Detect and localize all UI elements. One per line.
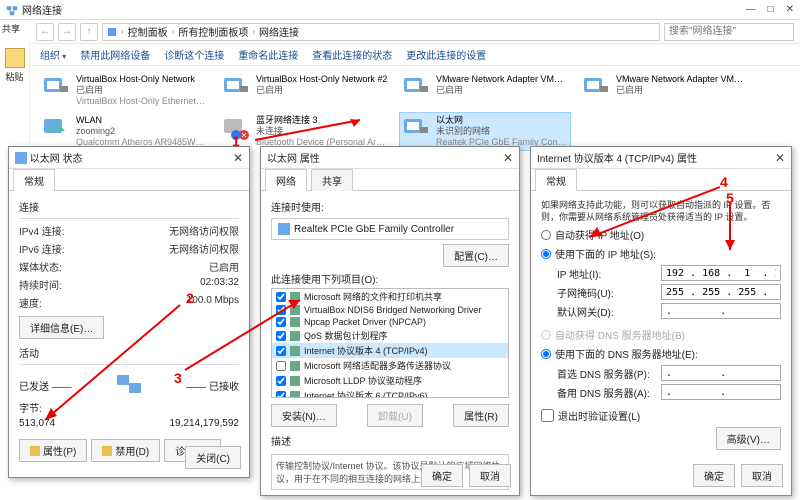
use-ip-radio[interactable] <box>541 249 551 259</box>
advanced-button[interactable]: 高级(V)… <box>716 427 781 450</box>
window-titlebar: 网络连接 — □ ✕ <box>0 0 800 20</box>
disable-button[interactable]: 禁用(D) <box>91 439 160 462</box>
wifi-icon <box>42 115 70 143</box>
ethernet-properties-dialog: 以太网 属性✕ 网络 共享 连接时使用: Realtek PCIe GbE Fa… <box>260 146 520 496</box>
window-title: 网络连接 <box>22 2 62 17</box>
ethernet-status-dialog: 以太网 状态✕ 常规 连接 IPv4 连接:无网络访问权限 IPv6 连接:无网… <box>8 146 250 478</box>
dns2-input[interactable] <box>661 384 781 400</box>
toolbar-diagnose[interactable]: 诊断这个连接 <box>164 47 224 62</box>
adapter-icon <box>582 74 610 102</box>
activity-icon <box>115 373 143 397</box>
adapter-icon <box>222 74 250 102</box>
protocol-list[interactable]: Microsoft 网络的文件和打印机共享 VirtualBox NDIS6 B… <box>271 288 509 398</box>
use-dns-radio[interactable] <box>541 349 551 359</box>
close-button[interactable]: ✕ <box>786 4 794 15</box>
toolbar-change[interactable]: 更改此连接的设置 <box>406 47 486 62</box>
adapter-item-ethernet[interactable]: 以太网未识别的网络Realtek PCIe GbE Family Contr… <box>400 113 570 150</box>
toolbar-status[interactable]: 查看此连接的状态 <box>312 47 392 62</box>
tab-sharing[interactable]: 共享 <box>311 169 353 191</box>
gateway-input[interactable] <box>661 303 781 319</box>
network-icon <box>107 27 117 37</box>
left-clipboard-panel: 粘贴 <box>0 44 30 144</box>
back-button[interactable]: ← <box>36 23 54 41</box>
forward-button[interactable]: → <box>58 23 76 41</box>
configure-button[interactable]: 配置(C)… <box>443 244 509 267</box>
adapter-item[interactable]: VMware Network Adapter VMnet1已启用 <box>400 72 570 109</box>
share-tab[interactable]: 共享 <box>2 22 20 35</box>
adapter-icon <box>402 74 430 102</box>
close-icon[interactable]: ✕ <box>503 151 513 165</box>
tcpipv4-properties-dialog: Internet 协议版本 4 (TCP/IPv4) 属性✕ 常规 如果网络支持… <box>530 146 792 496</box>
sent-bytes: 513,074 <box>19 418 55 429</box>
auto-ip-radio[interactable] <box>541 230 551 240</box>
toolbar-disable[interactable]: 禁用此网络设备 <box>80 47 150 62</box>
organize-menu[interactable]: 组织 <box>40 47 66 62</box>
recv-bytes: 19,214,179,592 <box>169 418 239 429</box>
cancel-button[interactable]: 取消 <box>469 464 511 487</box>
up-button[interactable]: ↑ <box>80 23 98 41</box>
tab-general[interactable]: 常规 <box>535 169 577 191</box>
ethernet-icon <box>402 115 430 143</box>
dns1-input[interactable] <box>661 365 781 381</box>
search-input[interactable] <box>664 23 794 41</box>
adapter-icon <box>42 74 70 102</box>
maximize-button[interactable]: □ <box>768 4 774 15</box>
close-button[interactable]: 关闭(C) <box>185 446 241 469</box>
adapter-item[interactable]: WLANzooming2Qualcomm Atheros AR9485W… <box>40 113 210 150</box>
ip-address-input[interactable] <box>661 265 781 281</box>
network-icon <box>6 4 18 16</box>
adapter-name-box: Realtek PCIe GbE Family Controller <box>271 218 509 240</box>
ok-button[interactable]: 确定 <box>693 464 735 487</box>
item-properties-button[interactable]: 属性(R) <box>453 404 509 427</box>
install-button[interactable]: 安装(N)… <box>271 404 337 427</box>
tab-network[interactable]: 网络 <box>265 169 307 191</box>
cancel-button[interactable]: 取消 <box>741 464 783 487</box>
svg-text:✕: ✕ <box>241 131 248 140</box>
ok-button[interactable]: 确定 <box>421 464 463 487</box>
close-icon[interactable]: ✕ <box>233 151 243 165</box>
subnet-mask-input[interactable] <box>661 284 781 300</box>
adapter-item[interactable]: ✕ 蓝牙网络连接 3未连接Bluetooth Device (Personal … <box>220 113 390 150</box>
paste-icon[interactable] <box>5 48 25 68</box>
adapter-list: VirtualBox Host-Only Network已启用VirtualBo… <box>30 66 800 156</box>
details-button[interactable]: 详细信息(E)… <box>19 316 104 339</box>
minimize-button[interactable]: — <box>746 4 756 15</box>
auto-dns-radio <box>541 330 551 340</box>
nic-icon <box>278 223 290 235</box>
adapter-item[interactable]: VirtualBox Host-Only Network已启用VirtualBo… <box>40 72 210 109</box>
validate-checkbox[interactable] <box>541 409 554 422</box>
breadcrumb[interactable]: ›控制面板 ›所有控制面板项 ›网络连接 <box>102 23 660 41</box>
adapter-item[interactable]: VMware Network Adapter VMnet8已启用 <box>580 72 750 109</box>
uninstall-button[interactable]: 卸载(U) <box>367 404 423 427</box>
toolbar-rename[interactable]: 重命名此连接 <box>238 47 298 62</box>
tcpipv4-item: Internet 协议版本 4 (TCP/IPv4) <box>272 343 508 358</box>
bluetooth-icon: ✕ <box>222 115 250 143</box>
close-icon[interactable]: ✕ <box>775 151 785 165</box>
adapter-item[interactable]: VirtualBox Host-Only Network #2已启用 <box>220 72 390 109</box>
properties-button[interactable]: 属性(P) <box>19 439 87 462</box>
ethernet-icon <box>15 152 27 164</box>
tab-general[interactable]: 常规 <box>13 169 55 191</box>
